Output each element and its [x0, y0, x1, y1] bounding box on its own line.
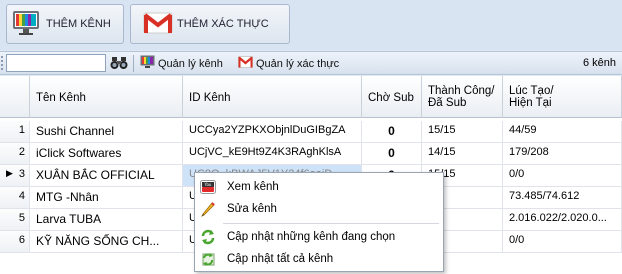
binoculars-icon[interactable] — [110, 55, 128, 74]
time-cell: 0/0 — [503, 231, 622, 253]
success-cell: 14/15 — [422, 143, 503, 165]
row-number: ▶ 3 — [0, 165, 30, 187]
time-cell: 179/208 — [503, 143, 622, 165]
pencil-icon — [199, 200, 217, 218]
row-number: 5 — [0, 209, 30, 231]
add-channel-button[interactable]: THÊM KÊNH — [6, 4, 124, 44]
row-number: 2 — [0, 143, 30, 165]
add-auth-label: THÊM XÁC THỰC — [177, 18, 269, 30]
menu-separator — [223, 223, 439, 224]
channel-name-cell: KỸ NĂNG SỐNG CH... — [30, 231, 183, 253]
channel-name-cell: Sushi Channel — [30, 121, 183, 143]
channel-name-cell: iClick Softwares — [30, 143, 183, 165]
toolbar: Quản lý kênh Quản lý xác thực 6 kênh — [0, 51, 622, 75]
time-cell: 2.016.022/2.020.0... — [503, 209, 622, 231]
gmail-icon — [143, 11, 173, 38]
update-selected-label: Cập nhật những kênh đang chọn — [227, 231, 396, 243]
pending-cell: 0 — [362, 143, 422, 165]
time-cell: 0/0 — [503, 165, 622, 187]
time-cell: 73.485/74.612 — [503, 187, 622, 209]
toolbar-separator — [133, 55, 134, 72]
header-row-number — [0, 76, 30, 118]
search-input[interactable] — [6, 54, 106, 72]
channel-name-cell: Larva TUBA — [30, 209, 183, 231]
view-channel-label: Xem kênh — [227, 181, 279, 193]
header-channel-id[interactable]: ID Kênh — [183, 76, 362, 118]
menu-item-update-selected[interactable]: Cập nhật những kênh đang chọn — [197, 227, 441, 247]
gmail-small-icon — [238, 56, 253, 71]
header-success[interactable]: Thành Công/ Đã Sub — [422, 76, 503, 118]
row-number: 6 — [0, 231, 30, 253]
ribbon: THÊM KÊNH THÊM XÁC THỰC — [0, 0, 622, 50]
time-cell: 44/59 — [503, 121, 622, 143]
pending-cell: 0 — [362, 121, 422, 143]
youtube-icon: You — [199, 178, 217, 196]
refresh-icon — [199, 228, 217, 246]
add-auth-button[interactable]: THÊM XÁC THỰC — [130, 4, 290, 44]
auth-management-button[interactable]: Quản lý xác thực — [238, 55, 339, 72]
header-channel-name[interactable]: Tên Kênh — [30, 76, 183, 118]
tv-small-icon — [140, 55, 155, 72]
header-time[interactable]: Lúc Tạo/ Hiện Tại — [503, 76, 622, 118]
channel-id-cell: UCjVC_kE9Ht9Z4K3RAghKlsA — [183, 143, 362, 165]
tv-icon — [12, 10, 40, 39]
channel-name-cell: XUÂN BẮC OFFICIAL — [30, 165, 183, 187]
channel-count: 6 kênh — [582, 57, 616, 69]
row-number: 4 — [0, 187, 30, 209]
channel-name-cell: MTG -Nhân — [30, 187, 183, 209]
menu-item-view-channel[interactable]: You Xem kênh — [197, 177, 441, 197]
table-row[interactable]: 1 Sushi Channel UCCya2YZPKXObjnlDuGIBgZA… — [0, 121, 622, 143]
svg-text:You: You — [204, 182, 212, 187]
channel-management-button[interactable]: Quản lý kênh — [140, 55, 223, 72]
current-row-arrow-icon: ▶ — [6, 168, 13, 178]
row-number: 1 — [0, 121, 30, 143]
channel-management-label: Quản lý kênh — [158, 57, 223, 70]
success-cell: 15/15 — [422, 121, 503, 143]
auth-management-label: Quản lý xác thực — [256, 57, 340, 70]
refresh-all-icon — [199, 250, 217, 268]
update-all-label: Cập nhật tất cả kênh — [227, 253, 334, 265]
row-number-value: 3 — [18, 168, 25, 180]
menu-item-edit-channel[interactable]: Sửa kênh — [197, 199, 441, 219]
add-channel-label: THÊM KÊNH — [46, 18, 111, 30]
menu-item-update-all[interactable]: Cập nhật tất cả kênh — [197, 249, 441, 269]
header-pending-sub[interactable]: Chờ Sub — [362, 76, 422, 118]
channel-id-cell: UCCya2YZPKXObjnlDuGIBgZA — [183, 121, 362, 143]
table-row[interactable]: 2 iClick Softwares UCjVC_kE9Ht9Z4K3RAghK… — [0, 143, 622, 165]
edit-channel-label: Sửa kênh — [227, 203, 277, 215]
context-menu: You Xem kênh Sửa kênh Cập nhật những kên… — [194, 172, 444, 272]
